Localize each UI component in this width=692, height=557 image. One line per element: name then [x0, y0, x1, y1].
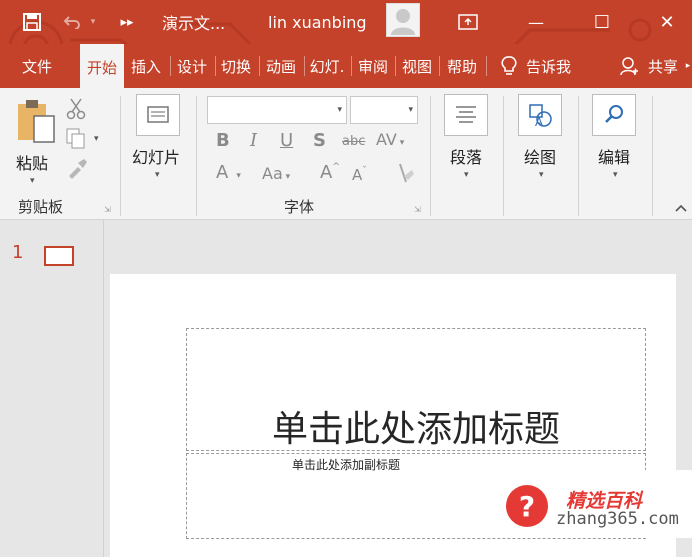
cut-icon[interactable]: [66, 98, 88, 120]
bold-button[interactable]: B: [216, 130, 230, 151]
group-divider: [120, 96, 121, 216]
editing-button[interactable]: 编辑 ▾: [588, 94, 644, 188]
editing-dropdown-icon: ▾: [613, 170, 618, 180]
subtitle-placeholder-text: 单击此处添加副标题: [291, 458, 400, 472]
italic-button[interactable]: I: [250, 130, 257, 151]
slide-number: 1: [12, 242, 24, 263]
font-group-label: 字体: [284, 198, 315, 216]
maximize-button[interactable]: ☐: [580, 0, 624, 44]
question-mark-icon: ?: [506, 485, 548, 527]
editing-label: 编辑: [598, 148, 631, 167]
clipboard-group-label: 剪贴板: [18, 198, 64, 216]
ribbon-tabs: 文件 开始 插入 设计 切换 动画 幻灯. 审阅 视图 帮助 告诉我 共享 ▸: [0, 44, 692, 90]
drawing-button[interactable]: A 绘图 ▾: [514, 94, 570, 188]
collapse-ribbon-icon[interactable]: [674, 198, 690, 214]
tab-animations[interactable]: 动画: [260, 44, 302, 88]
minimize-button[interactable]: —: [514, 0, 558, 44]
shrink-font-button[interactable]: Aˇ: [352, 166, 367, 184]
tab-file[interactable]: 文件: [10, 44, 64, 88]
character-spacing-button[interactable]: AV ▾: [376, 130, 404, 149]
avatar[interactable]: [386, 3, 420, 37]
drawing-icon: A: [518, 94, 562, 136]
font-color-button[interactable]: A ▾: [216, 162, 241, 183]
paste-label: 粘贴: [16, 154, 49, 173]
tab-divider: [170, 56, 171, 76]
paste-icon: [18, 100, 55, 143]
text-shadow-button[interactable]: S: [313, 130, 326, 151]
close-button[interactable]: ✕: [645, 0, 689, 44]
document-title: 演示文...: [162, 14, 226, 33]
ribbon-display-options-icon[interactable]: [450, 0, 486, 44]
share-button[interactable]: 共享: [648, 44, 684, 88]
group-divider: [196, 96, 197, 216]
change-case-label: Aa: [262, 164, 283, 183]
svg-text:A: A: [535, 115, 543, 129]
undo-icon[interactable]: [58, 0, 86, 44]
title-placeholder-text: 单击此处添加标题: [271, 409, 560, 450]
new-slide-label: 幻灯片: [132, 148, 181, 167]
tabs-scroll-right-icon[interactable]: ▸: [684, 44, 692, 88]
tell-me-search[interactable]: 告诉我: [526, 44, 586, 88]
tab-review[interactable]: 审阅: [352, 44, 394, 88]
tab-design[interactable]: 设计: [172, 44, 212, 88]
share-icon[interactable]: [618, 44, 640, 88]
customize-toolbar-icon[interactable]: ▸▸: [112, 0, 142, 44]
slides-pane: [0, 220, 104, 557]
grow-font-label: A: [320, 162, 333, 183]
undo-dropdown-icon[interactable]: ▾: [86, 0, 100, 44]
group-divider: [503, 96, 504, 216]
character-spacing-label: AV: [376, 130, 397, 149]
slide-thumbnail[interactable]: [44, 246, 74, 266]
new-slide-button[interactable]: 幻灯片 ▾: [128, 94, 190, 188]
tab-help[interactable]: 帮助: [440, 44, 484, 88]
group-divider: [578, 96, 579, 216]
new-slide-icon: [136, 94, 180, 136]
save-icon[interactable]: [14, 0, 50, 44]
format-painter-icon[interactable]: [66, 158, 88, 180]
tab-view[interactable]: 视图: [396, 44, 438, 88]
copy-icon[interactable]: ▾: [66, 128, 106, 150]
drawing-dropdown-icon: ▾: [539, 170, 544, 180]
shrink-font-label: A: [352, 166, 363, 184]
tab-transitions[interactable]: 切换: [216, 44, 256, 88]
group-divider: [652, 96, 653, 216]
tab-insert[interactable]: 插入: [126, 44, 166, 88]
paragraph-label: 段落: [450, 148, 483, 167]
group-divider: [430, 96, 431, 216]
new-slide-dropdown-icon: ▾: [155, 170, 160, 180]
tab-divider: [486, 56, 487, 76]
title-bar: ▾ ▸▸ 演示文... lin xuanbing — ☐ ✕: [0, 0, 692, 76]
font-size-combobox[interactable]: ▾: [350, 96, 418, 124]
paragraph-dropdown-icon: ▾: [464, 170, 469, 180]
drawing-label: 绘图: [524, 148, 557, 167]
font-name-combobox[interactable]: ▾: [207, 96, 347, 124]
grow-font-button[interactable]: A^: [320, 162, 340, 183]
clipboard-dialog-launcher-icon[interactable]: ⇲: [104, 205, 114, 215]
tab-slideshow[interactable]: 幻灯.: [304, 44, 350, 88]
lightbulb-icon[interactable]: [496, 44, 522, 88]
font-color-label: A: [216, 162, 229, 183]
paste-dropdown-icon: ▾: [30, 176, 35, 186]
font-dialog-launcher-icon[interactable]: ⇲: [414, 205, 424, 215]
paste-button[interactable]: 粘贴 ▾: [8, 96, 60, 186]
search-icon: [592, 94, 636, 136]
strikethrough-button[interactable]: abc: [342, 134, 365, 149]
watermark-site: zhang365.com: [556, 509, 679, 529]
change-case-button[interactable]: Aa ▾: [262, 164, 290, 183]
ribbon-home: 粘贴 ▾ ▾ 剪贴板 ⇲ 幻灯片 ▾ ▾ ▾ B I U S abc AV ▾ …: [0, 88, 692, 220]
user-name[interactable]: lin xuanbing: [268, 0, 378, 44]
underline-button[interactable]: U: [280, 130, 293, 151]
paragraph-button[interactable]: 段落 ▾: [440, 94, 494, 188]
paragraph-icon: [444, 94, 488, 136]
clear-formatting-icon[interactable]: [392, 162, 414, 186]
tab-home[interactable]: 开始: [80, 44, 124, 90]
